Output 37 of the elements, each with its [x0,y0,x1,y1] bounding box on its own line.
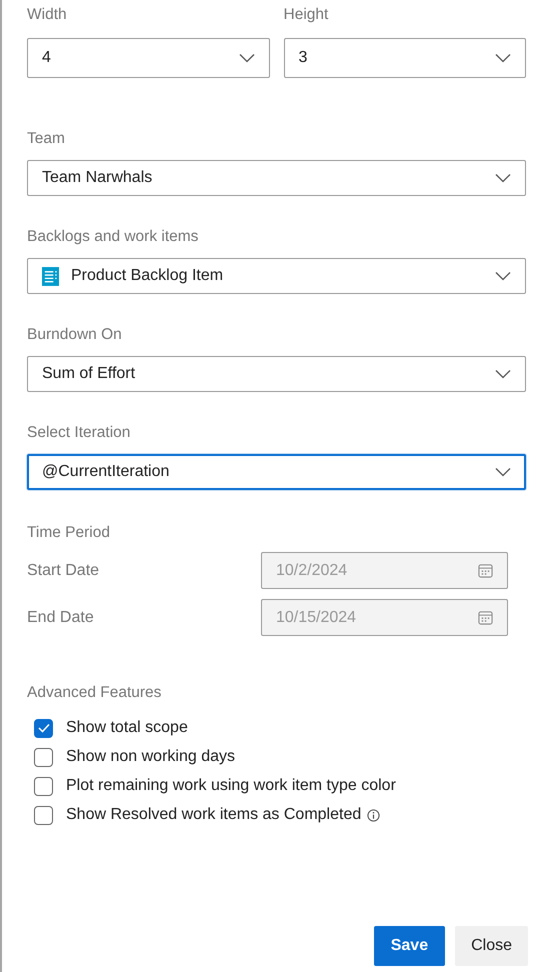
field-label: Height [284,6,330,24]
backlog-item-icon [42,266,59,286]
chevron-down-icon [238,53,254,63]
field-label: Width [27,6,68,24]
checkbox[interactable] [34,806,53,824]
field-label: Backlogs and work items [27,228,200,246]
checkbox-label[interactable]: Plot remaining work using work item type color [66,777,396,795]
info-icon[interactable] [367,808,380,822]
checkbox[interactable] [34,776,53,796]
calendar-icon [478,563,493,578]
checkbox-label[interactable]: Show non working days [66,748,235,766]
calendar-icon [478,610,493,625]
checkbox-label[interactable]: Show Resolved work items as Completed [66,806,362,824]
field-label: Select Iteration [27,424,132,442]
chevron-down-icon [495,467,511,477]
dropdown[interactable]: 3 [284,38,526,78]
section-title: Time Period [27,524,111,542]
section-title: Advanced Features [27,684,162,702]
close-button[interactable]: Close [455,926,528,966]
dropdown[interactable]: @CurrentIteration [27,454,526,490]
field-label: End Date [27,608,95,626]
chevron-down-icon [495,271,511,281]
checkmark-icon [38,723,50,733]
dropdown[interactable]: Sum of Effort [27,356,526,392]
field-label: Burndown On [27,326,123,344]
checkbox-label[interactable]: Show total scope [66,719,188,737]
field-label: Team [27,130,66,148]
chevron-down-icon [495,369,511,379]
dropdown[interactable]: Product Backlog Item [27,258,526,294]
checkbox[interactable] [34,718,53,738]
chevron-down-icon [495,173,511,183]
save-button[interactable]: Save [374,926,446,966]
dropdown[interactable]: Team Narwhals [27,160,526,196]
field-label: Start Date [27,562,100,580]
dropdown[interactable]: 4 [27,38,270,78]
chevron-down-icon [495,53,511,63]
checkbox[interactable] [34,748,53,766]
